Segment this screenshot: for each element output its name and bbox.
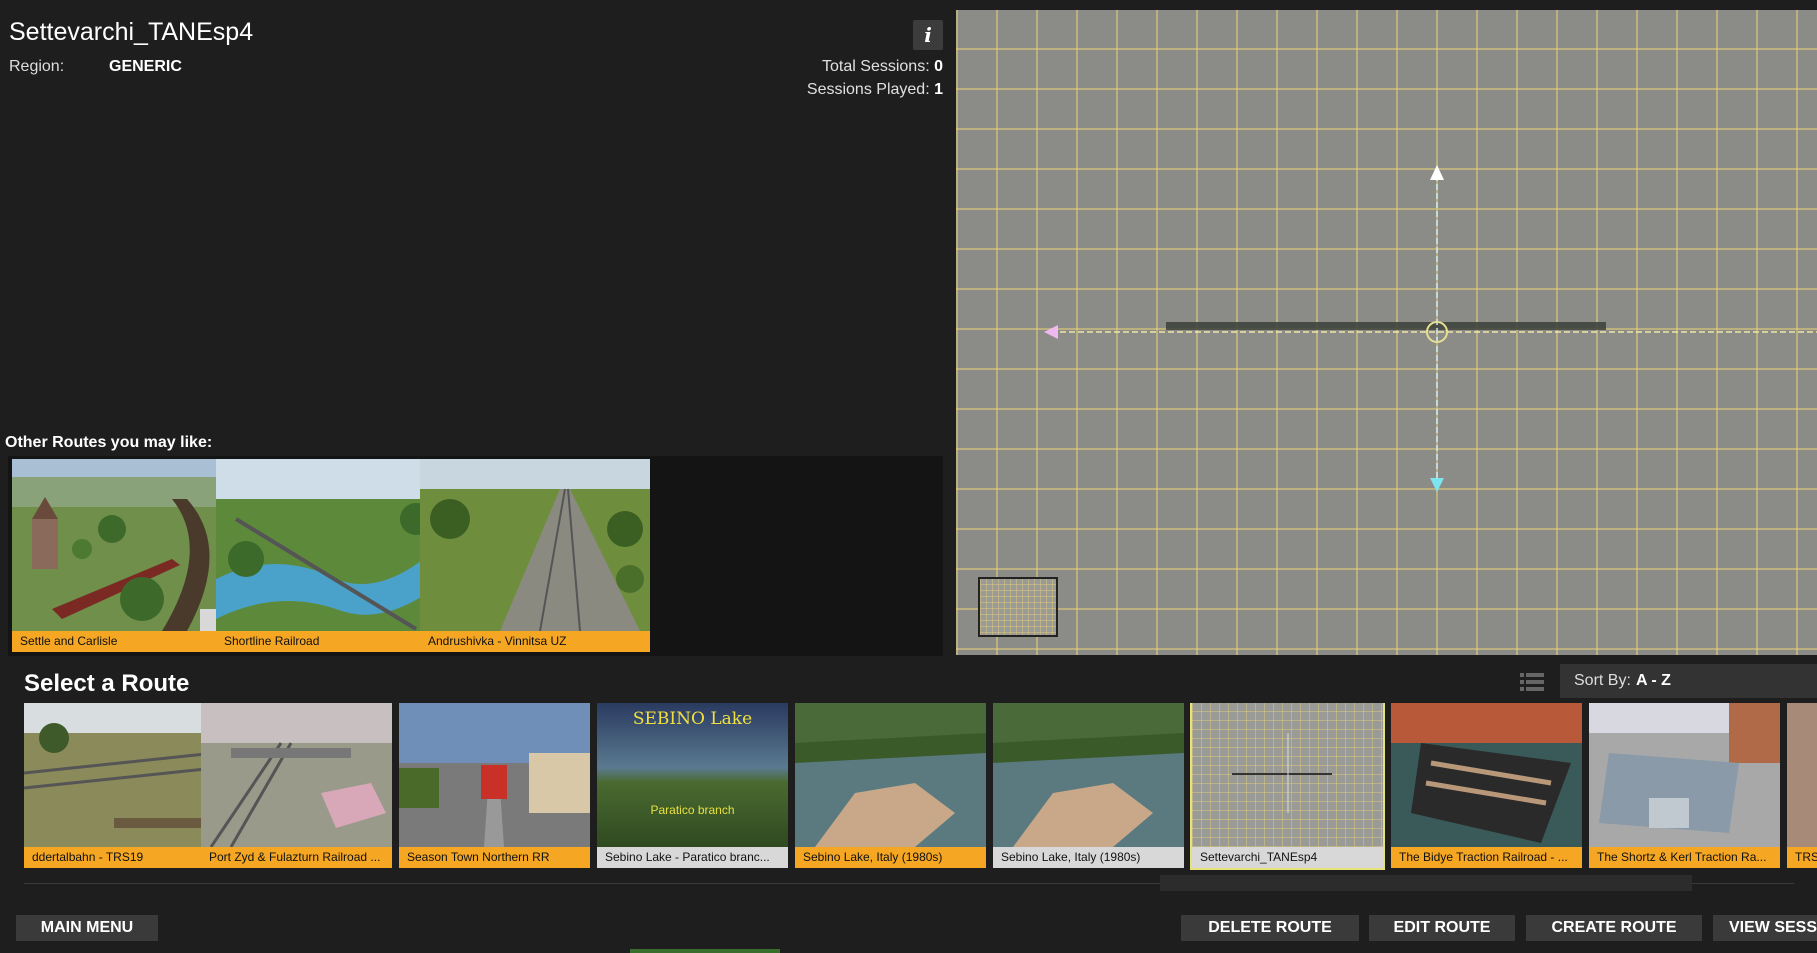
route-card[interactable]: TRS <box>1787 703 1817 868</box>
edit-route-button[interactable]: EDIT ROUTE <box>1369 915 1515 941</box>
route-thumbnail: SEBINO Lake Paratico branch <box>597 703 788 847</box>
region-label: Region: <box>9 58 65 75</box>
sort-label: Sort By: <box>1574 672 1631 689</box>
recommendation-label: Shortline Railroad <box>216 631 446 652</box>
list-view-icon[interactable] <box>1520 671 1544 693</box>
info-icon: i <box>924 23 932 47</box>
route-label: The Bidye Traction Railroad - ... <box>1391 847 1582 868</box>
route-label: Season Town Northern RR <box>399 847 590 868</box>
recommendations-title: Other Routes you may like: <box>5 434 213 451</box>
south-arrow-icon <box>1430 478 1444 492</box>
route-map-preview[interactable] <box>956 10 1817 655</box>
route-label: Settevarchi_TANEsp4 <box>1192 847 1383 868</box>
sort-value: A - Z <box>1636 672 1671 689</box>
recommendations-panel: Settle and Carlisle Shortline Railroad A… <box>8 456 943 656</box>
recommendation-card[interactable]: Andrushivka - Vinnitsa UZ <box>420 459 650 652</box>
total-sessions-value: 0 <box>934 58 943 75</box>
route-label: TRS <box>1787 847 1817 868</box>
delete-route-button[interactable]: DELETE ROUTE <box>1181 915 1359 941</box>
sessions-played-label: Sessions Played: <box>806 81 930 98</box>
total-sessions-label: Total Sessions: <box>822 58 930 75</box>
route-card[interactable]: SEBINO Lake Paratico branch Sebino Lake … <box>597 703 788 868</box>
route-thumbnail <box>1391 703 1582 847</box>
west-arrow-icon <box>1044 325 1058 339</box>
minimap[interactable] <box>978 577 1058 637</box>
route-title: Settevarchi_TANEsp4 <box>9 18 254 46</box>
route-label: Sebino Lake, Italy (1980s) <box>795 847 986 868</box>
route-thumbnail <box>1787 703 1817 847</box>
route-carousel: ddertalbahn - TRS19 Port Zyd & Fulazturn… <box>0 703 1817 870</box>
route-thumbnail <box>216 459 446 631</box>
route-card[interactable]: The Shortz & Kerl Traction Ra... <box>1589 703 1780 868</box>
route-thumbnail <box>12 459 242 631</box>
route-thumbnail <box>1192 703 1383 847</box>
info-button[interactable]: i <box>913 20 943 50</box>
recommendation-label: Settle and Carlisle <box>12 631 242 652</box>
total-sessions: Total Sessions: 0 <box>822 58 943 76</box>
route-thumbnail <box>795 703 986 847</box>
route-label: The Shortz & Kerl Traction Ra... <box>1589 847 1780 868</box>
route-label: Port Zyd & Fulazturn Railroad ... <box>201 847 392 868</box>
create-route-button[interactable]: CREATE ROUTE <box>1526 915 1702 941</box>
loading-indicator <box>630 949 780 953</box>
route-thumbnail <box>201 703 392 847</box>
route-label: Sebino Lake - Paratico branc... <box>597 847 788 868</box>
main-menu-button[interactable]: MAIN MENU <box>16 915 158 941</box>
route-card[interactable]: ddertalbahn - TRS19 <box>24 703 215 868</box>
route-card[interactable]: Sebino Lake, Italy (1980s) <box>993 703 1184 868</box>
recommendation-card[interactable]: Shortline Railroad <box>216 459 446 652</box>
thumbnail-title: SEBINO Lake <box>632 709 753 729</box>
route-thumbnail <box>1589 703 1780 847</box>
route-thumbnail <box>993 703 1184 847</box>
route-card[interactable]: Season Town Northern RR <box>399 703 590 868</box>
sessions-played-value: 1 <box>934 81 943 98</box>
route-card[interactable]: Sebino Lake, Italy (1980s) <box>795 703 986 868</box>
route-card[interactable]: The Bidye Traction Railroad - ... <box>1391 703 1582 868</box>
thumbnail-subtitle: Paratico branch <box>650 803 735 817</box>
recommendation-card[interactable]: Settle and Carlisle <box>12 459 242 652</box>
horizontal-scrollbar[interactable] <box>1160 875 1692 891</box>
region-value: GENERIC <box>109 58 182 75</box>
route-card-selected[interactable]: Settevarchi_TANEsp4 <box>1190 703 1385 870</box>
sessions-played: Sessions Played: 1 <box>807 81 943 99</box>
route-thumbnail <box>24 703 215 847</box>
route-label: ddertalbahn - TRS19 <box>24 847 215 868</box>
route-card[interactable]: Port Zyd & Fulazturn Railroad ... <box>201 703 392 868</box>
route-thumbnail <box>420 459 650 631</box>
route-label: Sebino Lake, Italy (1980s) <box>993 847 1184 868</box>
north-arrow-icon <box>1430 165 1444 180</box>
recommendation-label: Andrushivka - Vinnitsa UZ <box>420 631 650 652</box>
sort-dropdown[interactable]: Sort By: A - Z <box>1560 664 1817 698</box>
select-route-title: Select a Route <box>24 670 190 697</box>
view-sessions-button[interactable]: VIEW SESS <box>1713 915 1817 941</box>
route-thumbnail <box>399 703 590 847</box>
